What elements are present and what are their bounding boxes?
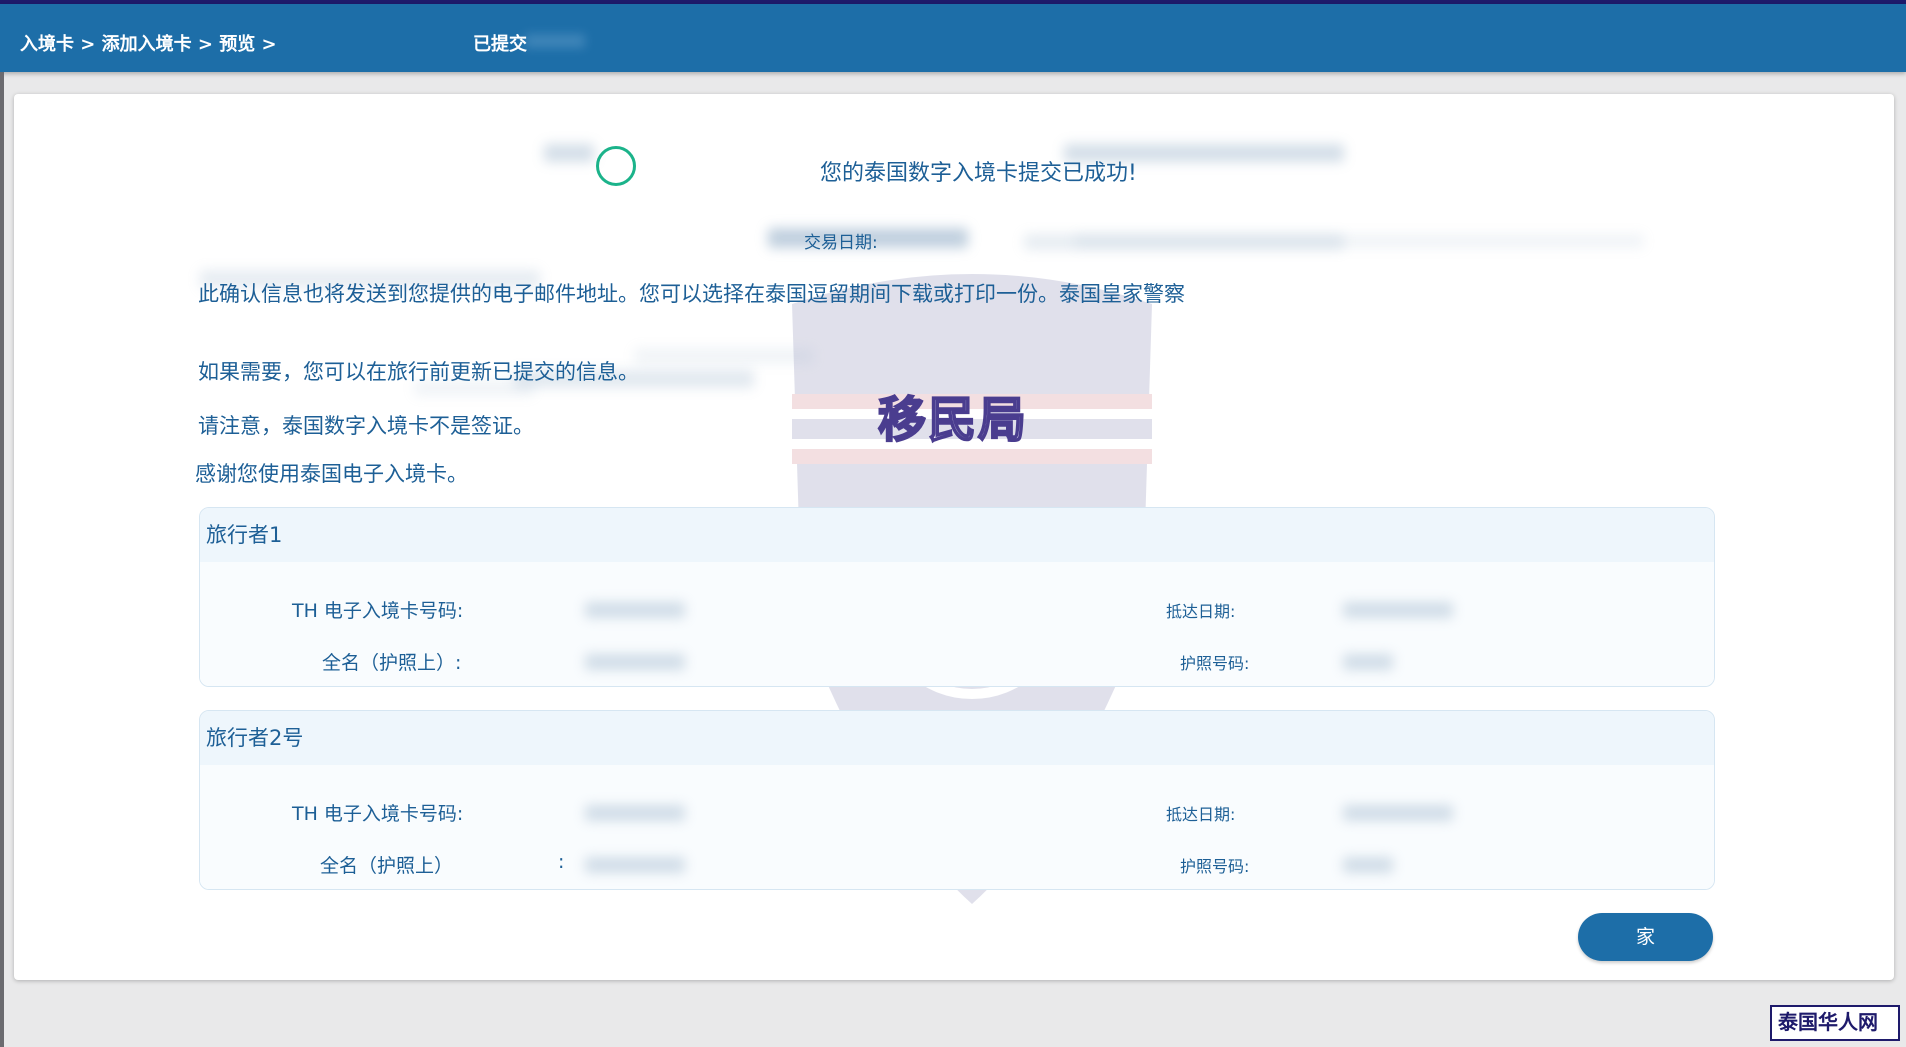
redacted-arrival-date [1343,602,1453,618]
redacted-name [585,857,685,873]
arrival-date-label: 抵达日期: [1166,602,1236,621]
redacted-card-number [585,602,685,618]
redacted-passport-number [1343,654,1393,670]
traveler-title: 旅行者1 [200,508,1714,562]
redacted-name [585,654,685,670]
passport-number-label: 护照号码: [1180,857,1250,876]
full-name-colon: : [558,851,565,873]
full-name-label: 全名（护照上）: [322,652,462,674]
site-logo: 泰国华人网 [1770,1005,1900,1041]
confirmation-message: 此确认信息也将发送到您提供的电子邮件地址。您可以选择在泰国逗留期间下载或打印一份… [198,282,1185,306]
card-number-label: TH 电子入境卡号码: [292,803,464,825]
left-edge [0,72,4,1047]
update-note: 如果需要，您可以在旅行前更新已提交的信息。 [198,360,639,384]
breadcrumb-current: 已提交 [473,34,527,55]
traveler-details: TH 电子入境卡号码: 全名（护照上）: 抵达日期: 护照号码: [200,562,1714,686]
thanks-note: 感谢您使用泰国电子入境卡。 [195,462,468,486]
full-name-label: 全名（护照上） [320,855,454,877]
traveler-panel-1: 旅行者1 TH 电子入境卡号码: 全名（护照上）: 抵达日期: 护照号码: [199,507,1715,687]
passport-number-label: 护照号码: [1180,654,1250,673]
arrival-date-label: 抵达日期: [1166,805,1236,824]
top-navigation-bar: 入境卡 > 添加入境卡 > 预览 > 已提交 [0,4,1906,72]
redacted-text [544,144,594,162]
success-title: 您的泰国数字入境卡提交已成功! [820,161,1137,186]
traveler-title: 旅行者2号 [200,711,1714,765]
home-button[interactable]: 家 [1578,913,1713,961]
redacted-arrival-date [1343,805,1453,821]
redacted-text [525,34,585,48]
breadcrumb[interactable]: 入境卡 > 添加入境卡 > 预览 > [20,30,277,56]
success-check-icon [596,146,636,186]
redacted-passport-number [1343,857,1393,873]
card-number-label: TH 电子入境卡号码: [292,600,464,622]
traveler-panel-2: 旅行者2号 TH 电子入境卡号码: 全名（护照上） : 抵达日期: 护照号码: [199,710,1715,890]
redacted-text [634,348,814,364]
breadcrumb-path[interactable]: 入境卡 > 添加入境卡 > 预览 > [20,34,277,55]
watermark-text: 移民局 [877,391,1029,449]
transaction-date-label: 交易日期: [804,233,878,253]
redacted-text [1074,234,1644,248]
redacted-card-number [585,805,685,821]
traveler-details: TH 电子入境卡号码: 全名（护照上） : 抵达日期: 护照号码: [200,765,1714,889]
visa-note: 请注意，泰国数字入境卡不是签证。 [198,414,534,438]
